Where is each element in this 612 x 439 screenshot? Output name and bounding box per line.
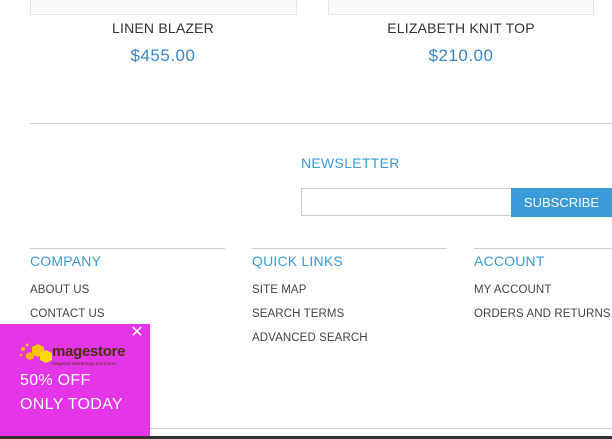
newsletter-title: NEWSLETTER: [301, 155, 400, 171]
footer-link-contact-us[interactable]: CONTACT US: [30, 308, 105, 320]
subscribe-button[interactable]: SUBSCRIBE: [511, 188, 612, 217]
company-heading: COMPANY: [30, 253, 102, 269]
product-image-linen-blazer[interactable]: [30, 0, 297, 15]
magestore-logo: magestore Magento Marketing Solutions: [18, 341, 138, 371]
quick-links-heading: QUICK LINKS: [252, 253, 343, 269]
footer-link-search-terms[interactable]: SEARCH TERMS: [252, 308, 344, 320]
column-divider-company: [30, 248, 225, 249]
account-heading: ACCOUNT: [474, 253, 545, 269]
product-name[interactable]: ELIZABETH KNIT TOP: [326, 20, 596, 36]
footer-link-about-us[interactable]: ABOUT US: [30, 284, 89, 296]
product-price: $210.00: [428, 46, 494, 65]
promo-discount-text: 50% OFF: [20, 372, 91, 389]
column-divider-account: [474, 248, 612, 249]
hexagon-logo-icon: [19, 343, 52, 363]
section-divider: [30, 123, 612, 124]
footer-link-orders-and-returns[interactable]: ORDERS AND RETURNS: [474, 308, 611, 320]
close-icon[interactable]: ✕: [130, 325, 144, 341]
column-divider-quick-links: [252, 248, 447, 249]
logo-tagline: Magento Marketing Solutions: [52, 361, 116, 366]
footer-link-my-account[interactable]: MY ACCOUNT: [474, 284, 551, 296]
footer-link-advanced-search[interactable]: ADVANCED SEARCH: [252, 332, 368, 344]
promo-popup[interactable]: ✕ magestore Magento Marketing Solutions …: [0, 324, 150, 436]
product-name[interactable]: LINEN BLAZER: [28, 20, 298, 36]
logo-text: magestore: [52, 343, 126, 360]
product-price: $455.00: [130, 46, 196, 65]
newsletter-email-input[interactable]: [301, 188, 518, 216]
promo-urgency-text: ONLY TODAY: [20, 396, 123, 413]
footer-bottom-divider: [150, 428, 612, 429]
product-image-elizabeth-knit-top[interactable]: [328, 0, 594, 15]
footer-link-site-map[interactable]: SITE MAP: [252, 284, 306, 296]
